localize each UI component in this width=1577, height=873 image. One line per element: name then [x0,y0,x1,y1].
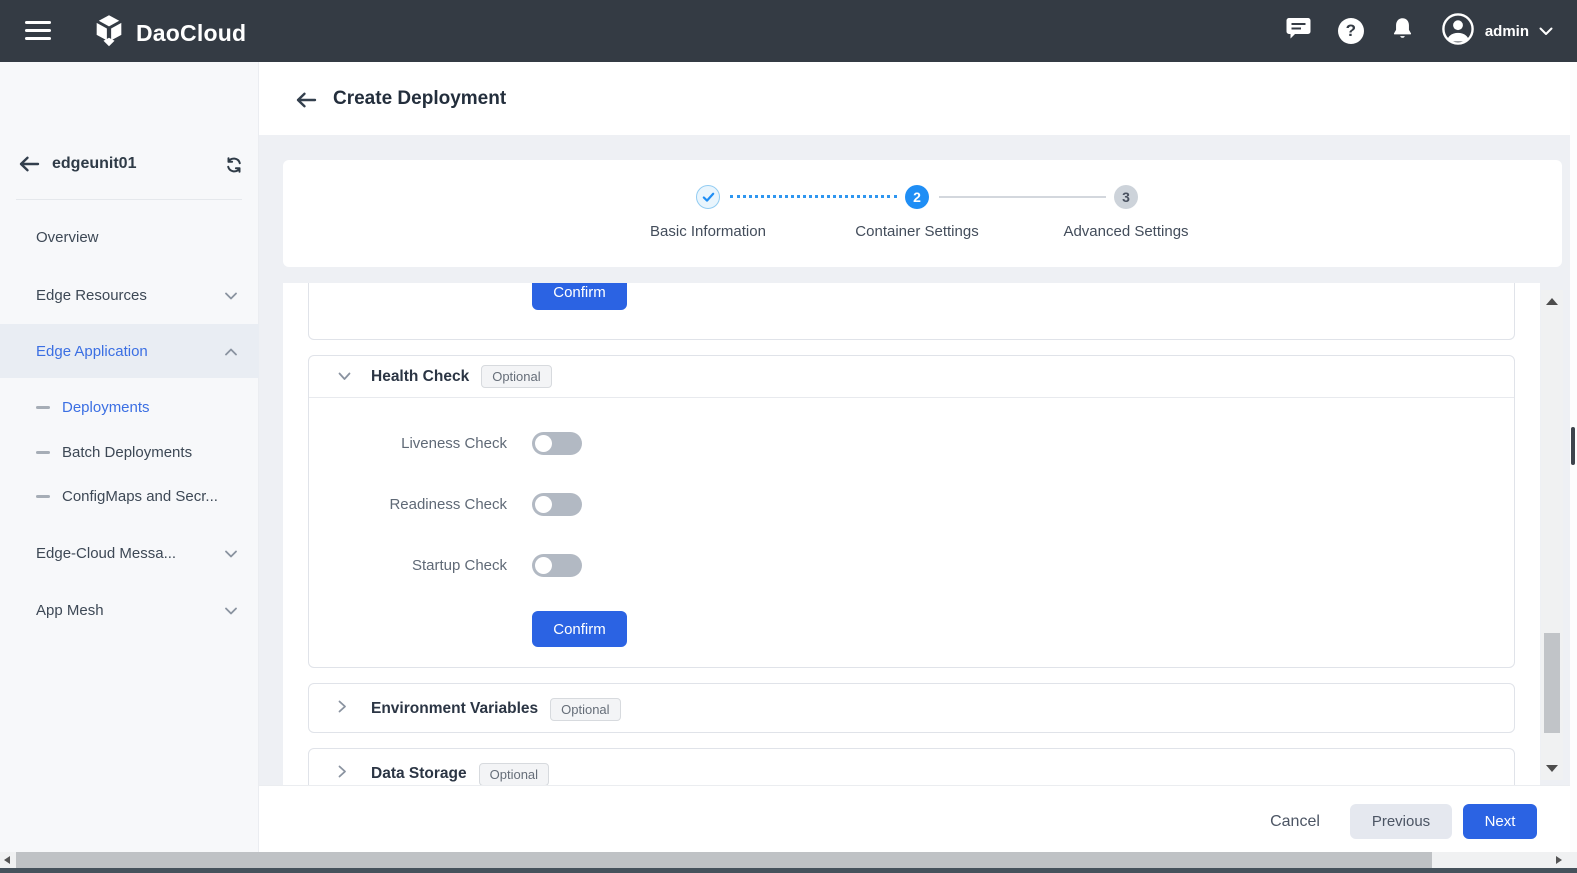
panel-environment-variables-header[interactable]: Environment Variables Optional [309,684,1514,734]
main-area: Create Deployment Basic Information 2 Co… [259,62,1570,852]
sidebar-item-label: ConfigMaps and Secr... [62,488,218,505]
divider [16,199,242,200]
confirm-button[interactable]: Confirm [532,611,627,647]
optional-badge: Optional [481,365,551,388]
panel-environment-variables: Environment Variables Optional [308,683,1515,733]
panel-health-check: Health Check Optional Liveness Check Rea… [308,355,1515,668]
sidebar-item-label: App Mesh [36,602,104,619]
horizontal-scrollbar[interactable] [0,852,1577,868]
step-number: 3 [1114,185,1138,209]
panel-data-storage-header[interactable]: Data Storage Optional [309,749,1514,785]
brand-name: DaoCloud [136,20,246,47]
step-basic-information: Basic Information [608,185,808,240]
step-label: Container Settings [817,223,1017,240]
chevron-down-icon [1539,23,1553,40]
readiness-check-toggle[interactable] [532,493,582,516]
topbar: DaoCloud ? [0,0,1577,62]
next-button[interactable]: Next [1463,804,1537,839]
dash-icon [36,451,50,454]
sidebar-item-edge-resources[interactable]: Edge Resources [0,272,259,318]
user-menu[interactable]: admin [1441,12,1553,50]
sidebar-item-batch-deployments[interactable]: Batch Deployments [0,429,259,475]
footer-action-bar: Cancel Previous Next [259,785,1570,852]
stepper: Basic Information 2 Container Settings 3… [283,160,1562,267]
sidebar-title: edgeunit01 [52,155,136,173]
avatar [1441,12,1475,50]
liveness-check-row: Liveness Check [309,432,1514,456]
readiness-check-row: Readiness Check [309,493,1514,517]
confirm-button[interactable]: Confirm [532,283,627,310]
scroll-right-arrow-icon[interactable] [1556,856,1562,864]
chevron-down-icon [225,602,237,619]
step-container-settings: 2 Container Settings [817,185,1017,240]
chevron-down-icon [225,545,237,562]
optional-badge: Optional [550,698,620,721]
refresh-icon[interactable] [224,155,244,180]
panel-title: Health Check [371,368,469,386]
step-done-check-icon [696,185,720,209]
chevron-up-icon [225,343,237,360]
sidebar-item-label: Overview [36,229,99,246]
readiness-check-label: Readiness Check [309,493,507,517]
previous-button[interactable]: Previous [1350,804,1452,839]
startup-check-row: Startup Check [309,554,1514,578]
chevron-right-icon [338,765,347,783]
step-label: Advanced Settings [1026,223,1226,240]
window-scrollbar-thumb[interactable] [1571,427,1575,465]
scroll-up-arrow-icon[interactable] [1546,298,1558,305]
dash-icon [36,406,50,409]
step-advanced-settings: 3 Advanced Settings [1026,185,1226,240]
page-title: Create Deployment [333,88,506,110]
chevron-down-icon [225,287,237,304]
vertical-scrollbar-thumb[interactable] [1544,633,1560,733]
panel-data-storage: Data Storage Optional [308,748,1515,785]
sidebar-item-overview[interactable]: Overview [0,214,259,260]
sidebar-item-edge-cloud-message[interactable]: Edge-Cloud Messa... [0,530,259,576]
sidebar: edgeunit01 Overview Edge Resources Edge … [0,62,259,852]
daocloud-logo-icon [92,14,126,53]
messages-icon[interactable] [1285,16,1312,46]
scroll-down-arrow-icon[interactable] [1546,765,1558,772]
sidebar-item-deployments[interactable]: Deployments [0,384,259,430]
liveness-check-label: Liveness Check [309,432,507,456]
page-header: Create Deployment [259,62,1570,135]
brand-logo[interactable]: DaoCloud [92,14,246,53]
page-back-arrow-icon[interactable] [295,91,317,114]
scroll-left-arrow-icon[interactable] [4,856,10,864]
sidebar-item-label: Edge Application [36,343,148,360]
content: Basic Information 2 Container Settings 3… [259,135,1570,785]
form-scroll-area[interactable]: Confirm Health Check Optional Liveness C… [283,283,1540,785]
window-bottom-edge [0,868,1577,873]
help-icon[interactable]: ? [1338,18,1364,44]
vertical-scrollbar[interactable] [1541,290,1563,780]
username: admin [1485,23,1529,40]
horizontal-scrollbar-thumb[interactable] [16,852,1432,868]
panel-health-check-header[interactable]: Health Check Optional [309,356,1514,398]
step-label: Basic Information [608,223,808,240]
sidebar-item-label: Edge Resources [36,287,147,304]
liveness-check-toggle[interactable] [532,432,582,455]
cancel-button[interactable]: Cancel [1265,804,1325,839]
startup-check-label: Startup Check [309,554,507,578]
sidebar-item-app-mesh[interactable]: App Mesh [0,587,259,633]
sidebar-item-label: Edge-Cloud Messa... [36,545,176,562]
sidebar-item-label: Batch Deployments [62,444,192,461]
panel-previous-section: Confirm [308,283,1515,340]
sidebar-item-configmaps-secrets[interactable]: ConfigMaps and Secr... [0,473,259,519]
chevron-right-icon [338,700,347,718]
menu-icon[interactable] [25,21,51,40]
step-number: 2 [905,185,929,209]
startup-check-toggle[interactable] [532,554,582,577]
sidebar-item-label: Deployments [62,399,150,416]
chevron-down-icon [338,368,351,386]
panel-title: Data Storage [371,765,467,783]
notifications-bell-icon[interactable] [1390,16,1415,47]
sidebar-back-arrow-icon[interactable] [18,155,40,178]
panel-title: Environment Variables [371,700,538,718]
optional-badge: Optional [479,763,549,786]
dash-icon [36,495,50,498]
window-scrollbar[interactable] [1570,62,1577,852]
sidebar-item-edge-application[interactable]: Edge Application [0,324,259,378]
